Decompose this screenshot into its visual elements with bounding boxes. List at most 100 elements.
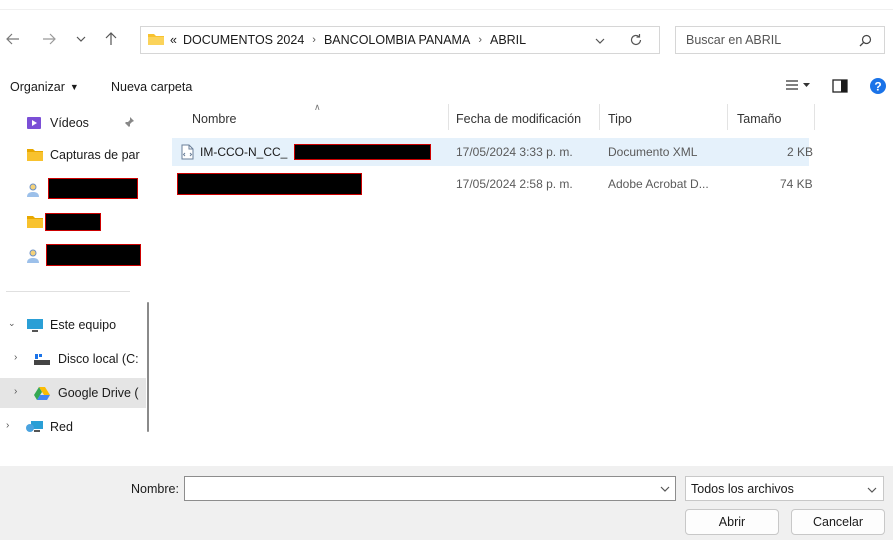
nav-item-capturas[interactable]: Capturas de par (0, 140, 146, 170)
google-drive-icon (34, 386, 50, 403)
nav-divider (6, 291, 130, 292)
user-folder-icon (26, 182, 40, 201)
computer-icon (26, 318, 44, 336)
up-arrow-icon[interactable] (100, 28, 122, 50)
address-dropdown-chevron-icon[interactable] (595, 34, 605, 48)
nav-item-redacted-user-1[interactable] (0, 174, 146, 204)
address-bar[interactable]: « DOCUMENTOS 2024 › BANCOLOMBIA PANAMA ›… (140, 26, 660, 54)
file-size: 74 KB (780, 177, 813, 191)
search-input[interactable]: Buscar en ABRIL (686, 33, 781, 47)
filetype-value: Todos los archivos (691, 482, 794, 496)
folder-icon (26, 215, 44, 232)
nav-item-label: Este equipo (50, 318, 117, 332)
recent-locations-chevron-icon[interactable] (70, 28, 92, 50)
sort-ascending-icon: ∧ (314, 102, 321, 112)
expand-arrow-icon[interactable]: › (14, 386, 17, 397)
redacted-filename (294, 144, 431, 160)
nav-item-este-equipo[interactable]: ⌄ Este equipo (0, 310, 146, 340)
folder-icon (26, 148, 44, 165)
new-folder-button[interactable]: Nueva carpeta (111, 80, 192, 94)
expand-arrow-icon[interactable]: › (14, 352, 17, 363)
file-type: Documento XML (608, 145, 698, 159)
column-header-tipo[interactable]: Tipo (608, 104, 632, 134)
nav-pane-scrollbar[interactable] (147, 302, 149, 432)
pin-icon[interactable] (123, 116, 135, 131)
search-icon[interactable] (859, 34, 872, 50)
navigation-pane: Vídeos Capturas de par ⌄ Este equipo › D… (0, 104, 150, 464)
organize-label: Organizar (10, 80, 65, 94)
column-header-label: Tamaño (737, 112, 782, 126)
nav-item-disco-local[interactable]: › Disco local (C: (0, 344, 146, 374)
column-divider[interactable] (727, 104, 728, 130)
collapse-arrow-icon[interactable]: ⌄ (8, 318, 16, 329)
nav-item-redacted-user-2[interactable] (0, 240, 146, 270)
svg-text:?: ? (874, 80, 881, 94)
breadcrumb-separator-icon[interactable]: › (478, 34, 482, 46)
redacted-label (45, 213, 101, 231)
videos-folder-icon (26, 115, 42, 134)
command-bar: Organizar ▼ Nueva carpeta ? (0, 76, 893, 100)
nav-item-redacted-folder[interactable] (0, 207, 146, 237)
column-header-label: Tipo (608, 112, 632, 126)
nav-item-google-drive[interactable]: › Google Drive ( (0, 378, 146, 408)
column-header-nombre[interactable]: Nombre (192, 104, 236, 134)
breadcrumb: « DOCUMENTOS 2024 › BANCOLOMBIA PANAMA ›… (170, 33, 526, 47)
redacted-filename (177, 173, 362, 195)
file-row[interactable]: 17/05/2024 2:58 p. m. Adobe Acrobat D...… (172, 170, 813, 198)
network-icon (26, 420, 44, 437)
column-divider[interactable] (448, 104, 449, 130)
file-row[interactable]: IM-CCO-N_CC_ 17/05/2024 3:33 p. m. Docum… (172, 138, 813, 166)
preview-pane-icon[interactable] (832, 79, 848, 96)
search-box[interactable]: Buscar en ABRIL (675, 26, 885, 54)
help-icon[interactable]: ? (869, 77, 887, 98)
redacted-label (48, 178, 138, 199)
navigation-bar: « DOCUMENTOS 2024 › BANCOLOMBIA PANAMA ›… (0, 22, 893, 58)
column-header-tamano[interactable]: Tamaño (737, 104, 781, 134)
filename-dropdown-chevron-icon[interactable] (660, 482, 670, 496)
file-list: Nombre ∧ Fecha de modificación Tipo Tama… (156, 102, 893, 464)
breadcrumb-bancolombia-panama[interactable]: BANCOLOMBIA PANAMA (324, 33, 470, 47)
column-divider[interactable] (599, 104, 600, 130)
nav-item-label: Vídeos (50, 116, 89, 130)
file-size: 2 KB (787, 145, 814, 159)
new-folder-label: Nueva carpeta (111, 80, 193, 94)
xml-file-icon (181, 144, 194, 163)
nav-item-label: Red (50, 420, 73, 434)
column-header-fecha[interactable]: Fecha de modificación (456, 104, 581, 134)
breadcrumb-documentos-2024[interactable]: DOCUMENTOS 2024 (183, 33, 304, 47)
back-arrow-icon[interactable] (2, 28, 24, 50)
file-type: Adobe Acrobat D... (608, 177, 709, 191)
column-header-label: Fecha de modificación (456, 112, 582, 126)
column-divider[interactable] (814, 104, 815, 130)
filetype-dropdown-chevron-icon (867, 483, 877, 497)
folder-icon (147, 32, 165, 49)
filetype-select[interactable]: Todos los archivos (685, 476, 884, 501)
breadcrumb-abril[interactable]: ABRIL (490, 33, 526, 47)
open-button[interactable]: Abrir (685, 509, 779, 535)
file-modified: 17/05/2024 2:58 p. m. (456, 177, 573, 191)
filename-input[interactable] (184, 476, 676, 501)
nav-item-label: Capturas de par (50, 148, 140, 162)
file-modified: 17/05/2024 3:33 p. m. (456, 145, 573, 159)
breadcrumb-separator-icon[interactable]: › (312, 34, 316, 46)
organize-menu-button[interactable]: Organizar ▼ (10, 80, 79, 94)
forward-arrow-icon[interactable] (38, 28, 60, 50)
nav-item-red[interactable]: › Red (0, 412, 146, 442)
cancel-button[interactable]: Cancelar (791, 509, 885, 535)
view-options-icon[interactable] (785, 78, 813, 95)
caret-down-icon: ▼ (69, 82, 79, 92)
refresh-icon[interactable] (629, 33, 643, 50)
breadcrumb-overflow[interactable]: « (170, 33, 177, 47)
column-header-label: Nombre (192, 112, 237, 126)
drive-icon (33, 352, 51, 369)
file-name: IM-CCO-N_CC_ (200, 145, 288, 159)
redacted-label (46, 244, 141, 266)
nav-item-label: Google Drive ( (58, 386, 139, 400)
dialog-footer: Nombre: Todos los archivos Abrir Cancela… (0, 466, 893, 540)
window-top-edge (0, 0, 893, 10)
nav-item-videos[interactable]: Vídeos (0, 108, 146, 138)
expand-arrow-icon[interactable]: › (6, 420, 9, 431)
user-folder-icon (26, 248, 40, 267)
filename-label: Nombre: (131, 482, 179, 496)
nav-item-label: Disco local (C: (58, 352, 139, 366)
